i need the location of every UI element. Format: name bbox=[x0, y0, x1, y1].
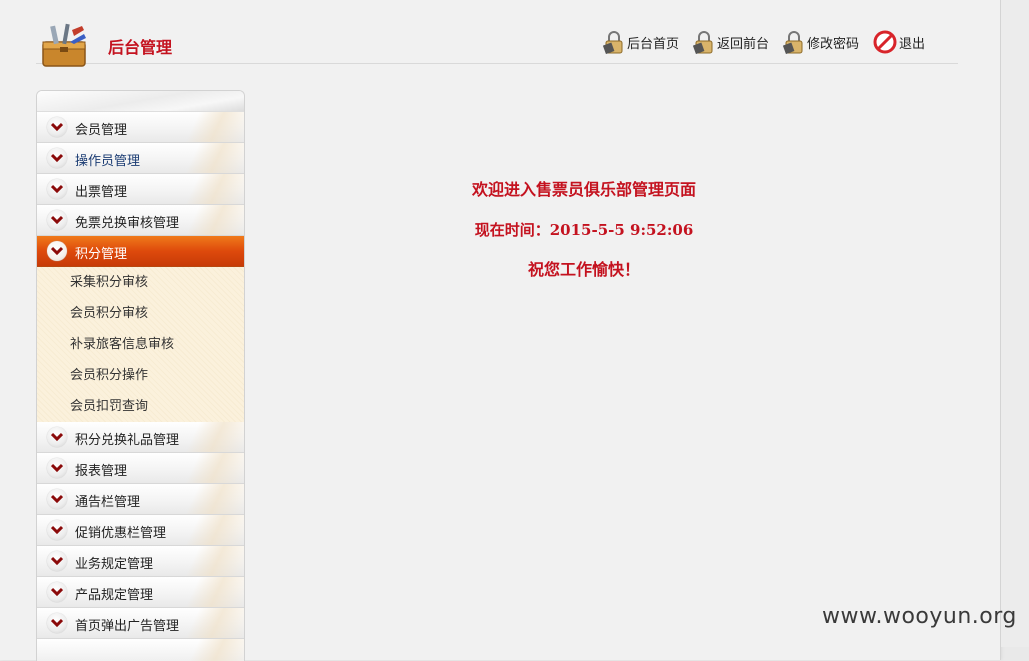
wish-text: 祝您工作愉快！ bbox=[527, 260, 640, 279]
sidebar-item-member-management[interactable]: 会员管理 bbox=[37, 112, 244, 143]
chevron-down-icon bbox=[47, 210, 67, 230]
chevron-down-icon bbox=[47, 148, 67, 168]
welcome-text: 欢迎进入售票员俱乐部管理页面 bbox=[471, 180, 696, 199]
sidebar-item-free-ticket-review[interactable]: 免票兑换审核管理 bbox=[37, 205, 244, 236]
submenu-item[interactable]: 补录旅客信息审核 bbox=[37, 329, 244, 360]
chevron-down-icon bbox=[47, 117, 67, 137]
submenu-item[interactable]: 会员积分审核 bbox=[37, 298, 244, 329]
chevron-down-icon bbox=[47, 489, 67, 509]
sidebar-item-label: 积分管理 bbox=[75, 247, 128, 262]
nav-label: 后台首页 bbox=[626, 36, 679, 52]
sidebar-item-label: 业务规定管理 bbox=[75, 557, 154, 572]
welcome-block: 欢迎进入售票员俱乐部管理页面 现在时间：2015-5-5 9:52:06 祝您工… bbox=[444, 178, 724, 298]
nav-change-password[interactable]: 修改密码 bbox=[782, 30, 859, 54]
sidebar-item-partial[interactable] bbox=[37, 639, 244, 661]
sidebar-item-label: 操作员管理 bbox=[75, 154, 141, 169]
points-submenu: 采集积分审核 会员积分审核 补录旅客信息审核 会员积分操作 会员扣罚查询 bbox=[37, 267, 244, 422]
nav-admin-home[interactable]: 后台首页 bbox=[602, 30, 679, 54]
sidebar-header bbox=[37, 91, 244, 112]
nav-label: 退出 bbox=[898, 36, 925, 52]
chevron-down-icon bbox=[47, 241, 67, 261]
sidebar-item-label: 免票兑换审核管理 bbox=[75, 216, 180, 231]
lock-icon bbox=[602, 31, 623, 54]
chevron-down-icon bbox=[47, 613, 67, 633]
toolbox-icon bbox=[42, 23, 86, 67]
sidebar-item-label: 报表管理 bbox=[75, 464, 128, 479]
sidebar-item-label: 通告栏管理 bbox=[75, 495, 141, 510]
sidebar-item-label: 产品规定管理 bbox=[75, 588, 154, 603]
current-time: 现在时间：2015-5-5 9:52:06 bbox=[474, 221, 694, 239]
lock-icon bbox=[782, 31, 803, 54]
nav-label: 返回前台 bbox=[716, 36, 769, 52]
chevron-down-icon bbox=[47, 179, 67, 199]
chevron-down-icon bbox=[47, 582, 67, 602]
sidebar-item-business-rules[interactable]: 业务规定管理 bbox=[37, 546, 244, 577]
sidebar-item-label: 出票管理 bbox=[75, 185, 128, 200]
sidebar: 会员管理 操作员管理 出票管理 免票兑换审核管理 积分管理 采集积分审核 会员积… bbox=[36, 90, 245, 661]
sidebar-item-product-rules[interactable]: 产品规定管理 bbox=[37, 577, 244, 608]
submenu-item[interactable]: 采集积分审核 bbox=[37, 267, 244, 298]
page-title: 后台管理 bbox=[108, 38, 173, 57]
sidebar-item-points-management[interactable]: 积分管理 bbox=[37, 236, 244, 267]
sidebar-item-label: 会员管理 bbox=[75, 123, 128, 138]
lock-icon bbox=[692, 31, 713, 54]
right-gutter bbox=[1001, 0, 1029, 647]
sidebar-item-promotions[interactable]: 促销优惠栏管理 bbox=[37, 515, 244, 546]
chevron-down-icon bbox=[47, 520, 67, 540]
submenu-item[interactable]: 会员积分操作 bbox=[37, 360, 244, 391]
top-nav: 后台首页 返回前台 修改密码 退出 bbox=[602, 30, 925, 54]
sidebar-item-label: 积分兑换礼品管理 bbox=[75, 433, 180, 448]
header: 后台管理 后台首页 返回前台 修改密码 退出 bbox=[36, 16, 958, 67]
sidebar-item-notice-board[interactable]: 通告栏管理 bbox=[37, 484, 244, 515]
sidebar-item-ticketing-management[interactable]: 出票管理 bbox=[37, 174, 244, 205]
chevron-down-icon bbox=[47, 551, 67, 571]
chevron-down-icon bbox=[47, 458, 67, 478]
sidebar-item-popup-ads[interactable]: 首页弹出广告管理 bbox=[37, 608, 244, 639]
sidebar-item-report-management[interactable]: 报表管理 bbox=[37, 453, 244, 484]
no-entry-icon bbox=[873, 30, 897, 54]
sidebar-item-operator-management[interactable]: 操作员管理 bbox=[37, 143, 244, 174]
nav-label: 修改密码 bbox=[806, 36, 859, 52]
nav-back-frontend[interactable]: 返回前台 bbox=[692, 30, 769, 54]
sidebar-item-label: 促销优惠栏管理 bbox=[75, 526, 167, 541]
sidebar-item-points-gift-exchange[interactable]: 积分兑换礼品管理 bbox=[37, 422, 244, 453]
nav-logout[interactable]: 退出 bbox=[873, 30, 925, 54]
submenu-item[interactable]: 会员扣罚查询 bbox=[37, 391, 244, 422]
chevron-down-icon bbox=[47, 427, 67, 447]
watermark: www.wooyun.org bbox=[822, 604, 1017, 629]
sidebar-item-label: 首页弹出广告管理 bbox=[75, 619, 180, 634]
